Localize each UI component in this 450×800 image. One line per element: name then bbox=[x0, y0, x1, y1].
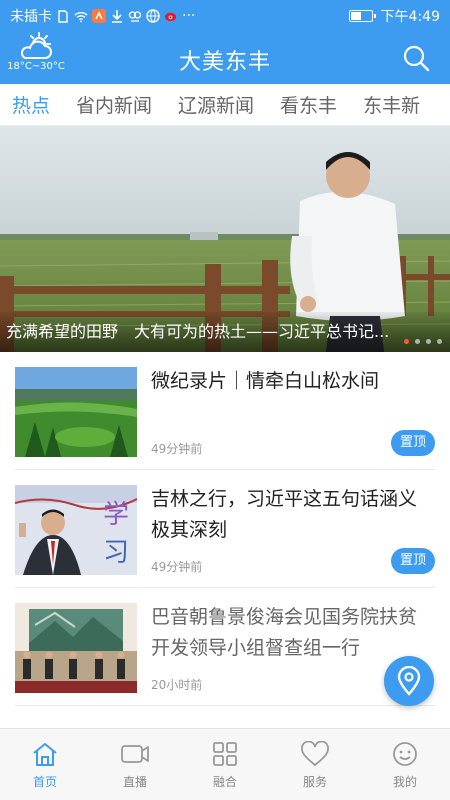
smiley-icon bbox=[393, 742, 417, 766]
carousel-dot bbox=[437, 339, 442, 344]
grid-icon bbox=[213, 742, 237, 766]
tab-liaoyuan-news[interactable]: 辽源新闻 bbox=[178, 91, 254, 118]
news-thumbnail bbox=[15, 367, 137, 457]
carousel-indicator bbox=[404, 339, 442, 344]
download-icon bbox=[110, 9, 124, 23]
nav-label: 首页 bbox=[32, 775, 57, 789]
nav-label: 直播 bbox=[122, 775, 147, 789]
news-thumbnail: 学 习 bbox=[15, 485, 137, 575]
sim-icon bbox=[56, 9, 70, 23]
news-time: 49分钟前 bbox=[151, 560, 203, 574]
browser-icon bbox=[146, 9, 160, 23]
location-pin-icon bbox=[397, 666, 421, 696]
tab-province-news[interactable]: 省内新闻 bbox=[76, 91, 152, 118]
news-time: 20小时前 bbox=[151, 678, 203, 692]
nav-fusion[interactable]: 融合 bbox=[180, 729, 270, 800]
nav-label: 融合 bbox=[212, 775, 237, 789]
more-status-indicator: ··· bbox=[182, 8, 196, 24]
news-title: 巴音朝鲁景俊海会见国务院扶贫开发领导小组督查组一行 bbox=[151, 606, 418, 659]
app-title: 大美东丰 bbox=[178, 50, 271, 75]
app-header: 18°C~30°C 大美东丰 bbox=[0, 32, 450, 84]
tab-dongfeng-news[interactable]: 东丰新 bbox=[363, 91, 420, 118]
carousel-dot bbox=[426, 339, 431, 344]
search-icon bbox=[403, 45, 430, 72]
svg-text:学: 学 bbox=[103, 500, 129, 530]
wifi-icon bbox=[74, 9, 88, 23]
status-right: 下午4:49 bbox=[348, 6, 440, 26]
news-title: 微纪录片｜情牵白山松水间 bbox=[151, 370, 380, 392]
nav-home[interactable]: 首页 bbox=[0, 729, 90, 800]
news-item[interactable]: 巴音朝鲁景俊海会见国务院扶贫开发领导小组督查组一行 20小时前 bbox=[15, 588, 435, 706]
tab-dongfeng[interactable]: 看东丰 bbox=[280, 91, 337, 118]
weibo-icon bbox=[164, 9, 178, 23]
svg-text:习: 习 bbox=[103, 538, 129, 568]
news-title: 吉林之行，习近平这五句话涵义极其深刻 bbox=[151, 488, 418, 541]
featured-banner[interactable]: 充满希望的田野 大有可为的热土——习近平总书记... bbox=[0, 126, 450, 352]
carousel-dot bbox=[415, 339, 420, 344]
nav-mine[interactable]: 我的 bbox=[360, 729, 450, 800]
carrier-text: 未插卡 bbox=[10, 9, 52, 25]
pinned-badge: 置顶 bbox=[391, 548, 435, 574]
heart-icon bbox=[301, 741, 329, 767]
location-button[interactable] bbox=[384, 656, 434, 706]
status-left: 未插卡 ··· bbox=[10, 6, 195, 26]
category-tabs: 热点 省内新闻 辽源新闻 看东丰 东丰新 bbox=[0, 84, 450, 126]
nav-label: 我的 bbox=[392, 775, 417, 789]
news-item[interactable]: 学 习 吉林之行，习近平这五句话涵义极其深刻 49分钟前 置顶 bbox=[15, 470, 435, 588]
app-icon bbox=[128, 9, 142, 23]
pinned-badge: 置顶 bbox=[391, 430, 435, 456]
tab-hot[interactable]: 热点 bbox=[12, 91, 50, 118]
news-list: 微纪录片｜情牵白山松水间 49分钟前 置顶 学 习 吉林之行，习近平这五句话涵义… bbox=[0, 352, 450, 706]
nav-label: 服务 bbox=[302, 775, 327, 789]
status-time: 下午4:49 bbox=[380, 9, 440, 25]
news-thumbnail bbox=[15, 603, 137, 693]
bottom-navigation: 首页 直播 融合 服务 我的 bbox=[0, 728, 450, 800]
search-button[interactable] bbox=[402, 44, 430, 72]
home-icon bbox=[33, 743, 57, 766]
status-bar: 未插卡 ··· 下午4:49 bbox=[0, 0, 450, 32]
nav-live[interactable]: 直播 bbox=[90, 729, 180, 800]
news-time: 49分钟前 bbox=[151, 442, 203, 456]
news-item[interactable]: 微纪录片｜情牵白山松水间 49分钟前 置顶 bbox=[15, 352, 435, 470]
carousel-dot bbox=[404, 339, 409, 344]
app-notification-icon bbox=[92, 9, 106, 23]
video-camera-icon bbox=[121, 745, 149, 763]
banner-caption: 充满希望的田野 大有可为的热土——习近平总书记... bbox=[0, 312, 450, 352]
battery-icon bbox=[348, 10, 376, 22]
nav-service[interactable]: 服务 bbox=[270, 729, 360, 800]
